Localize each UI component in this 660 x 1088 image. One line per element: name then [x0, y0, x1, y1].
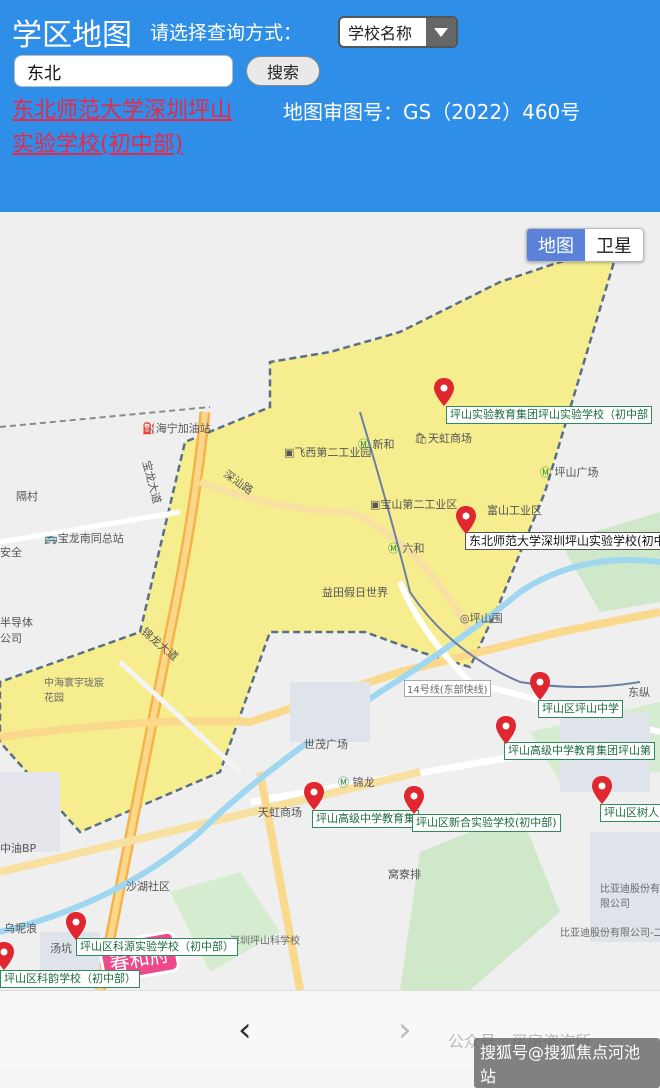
map-pin-icon[interactable] — [66, 912, 86, 940]
query-mode-select[interactable]: 学校名称 — [338, 16, 458, 48]
poi-zhonghai: 中海寰宇珑宸花园 — [44, 678, 104, 704]
poi-shimao: 世茂广场 — [304, 738, 348, 751]
poi-baoshan: ▣宝山第二工业区 — [370, 498, 458, 511]
map-pin-icon[interactable] — [0, 942, 14, 970]
school-label[interactable]: 坪山区树人 — [600, 804, 660, 822]
poi-oil: 中油BP — [0, 842, 37, 855]
poi-pingshan-square: Ⓜ 坪山广场 — [540, 466, 599, 479]
poi-an: 安全 — [0, 546, 22, 559]
search-input[interactable] — [14, 55, 233, 87]
poi-geli: 隔村 — [16, 490, 38, 503]
poi-tianhong-1: 🛍天虹商场 — [414, 432, 472, 445]
map-pin-icon[interactable] — [496, 716, 516, 744]
watermark-sohu: 搜狐号@搜狐焦点河池站 — [474, 1038, 660, 1088]
poi-yitian: 益田假日世界 — [322, 586, 388, 599]
poi-jinlong-station: Ⓜ 锦龙 — [338, 776, 375, 789]
back-arrow-icon[interactable]: ‹ — [238, 1010, 252, 1050]
school-label[interactable]: 坪山区科源实验学校（初中部） — [76, 938, 238, 956]
map-pin-icon[interactable] — [530, 672, 550, 700]
metro-icon: Ⓜ — [358, 438, 369, 451]
poi-haining: ⛽海宁加油站 — [142, 422, 211, 435]
map-type-toggle[interactable]: 地图 卫星 — [526, 228, 644, 262]
satellite-view-button[interactable]: 卫星 — [585, 229, 643, 261]
poi-shahu: 沙湖社区 — [126, 880, 170, 893]
school-label[interactable]: 坪山实验教育集团坪山实验学校（初中部 — [446, 406, 652, 424]
query-mode-label: 请选择查询方式： — [150, 22, 303, 44]
forward-arrow-icon[interactable]: › — [398, 1010, 412, 1050]
map-pin-icon[interactable] — [592, 776, 612, 804]
poi-baolong-nantong: 🚌宝龙南同总站 — [44, 532, 124, 545]
poi-wuni: 乌坭浪 — [4, 922, 37, 935]
map-pin-icon[interactable] — [404, 786, 424, 814]
poi-company: 公司 — [0, 632, 22, 645]
map-view-button[interactable]: 地图 — [527, 229, 585, 261]
poi-byd-1: 比亚迪股份有限公司 — [600, 884, 660, 910]
poi-tianhong-2: 天虹商场 — [258, 806, 302, 819]
map-approval-number: 地图审图号：GS（2022）460号 — [283, 100, 581, 124]
school-label[interactable]: 坪山高级中学教育集 — [312, 810, 419, 828]
query-mode-value: 学校名称 — [348, 24, 413, 43]
school-label[interactable]: 坪山区科韵学校（初中部） — [0, 970, 140, 988]
poi-fushan: 富山工业区 — [487, 504, 542, 517]
chevron-down-icon[interactable] — [426, 18, 456, 46]
poi-pingshanwei: ◎坪山围 — [460, 612, 503, 625]
map-base-layer — [0, 240, 660, 990]
school-label[interactable]: 坪山高级中学教育集团坪山第 — [504, 742, 655, 760]
poi-xinhe: Ⓜ 新和 — [358, 438, 395, 451]
poi-dong: 东纵 — [628, 686, 650, 699]
poi-semi: 半导体 — [0, 616, 33, 629]
map-pin-icon[interactable] — [304, 782, 324, 810]
school-label-target[interactable]: 东北师范大学深圳坪山实验学校(初中 — [465, 532, 660, 550]
school-label[interactable]: 坪山区坪山中学 — [538, 700, 623, 718]
app-title: 学区地图 — [12, 18, 132, 53]
map-pin-icon[interactable] — [456, 506, 476, 534]
poi-tangkeng: 汤坑 — [50, 942, 72, 955]
result-school-link[interactable]: 东北师范大学深圳坪山实验学校(初中部) — [12, 94, 248, 162]
map-canvas[interactable]: ⛽海宁加油站 ▣飞西第二工业园 Ⓜ 新和 🛍天虹商场 Ⓜ 坪山广场 ▣宝山第二工… — [0, 212, 660, 990]
search-button[interactable]: 搜索 — [246, 56, 320, 86]
poi-liuhe: Ⓜ 六和 — [388, 542, 425, 555]
poi-wolaopai: 窝寮排 — [388, 868, 421, 881]
poi-kewu: 深圳坪山科学校 — [230, 936, 300, 947]
metro-line-14: 14号线(东部快线) — [404, 680, 491, 697]
poi-byd-2: 比亚迪股份有限公司-二期 — [560, 928, 660, 939]
map-pin-icon[interactable] — [434, 378, 454, 406]
school-label[interactable]: 坪山区新合实验学校(初中部) — [412, 814, 561, 832]
